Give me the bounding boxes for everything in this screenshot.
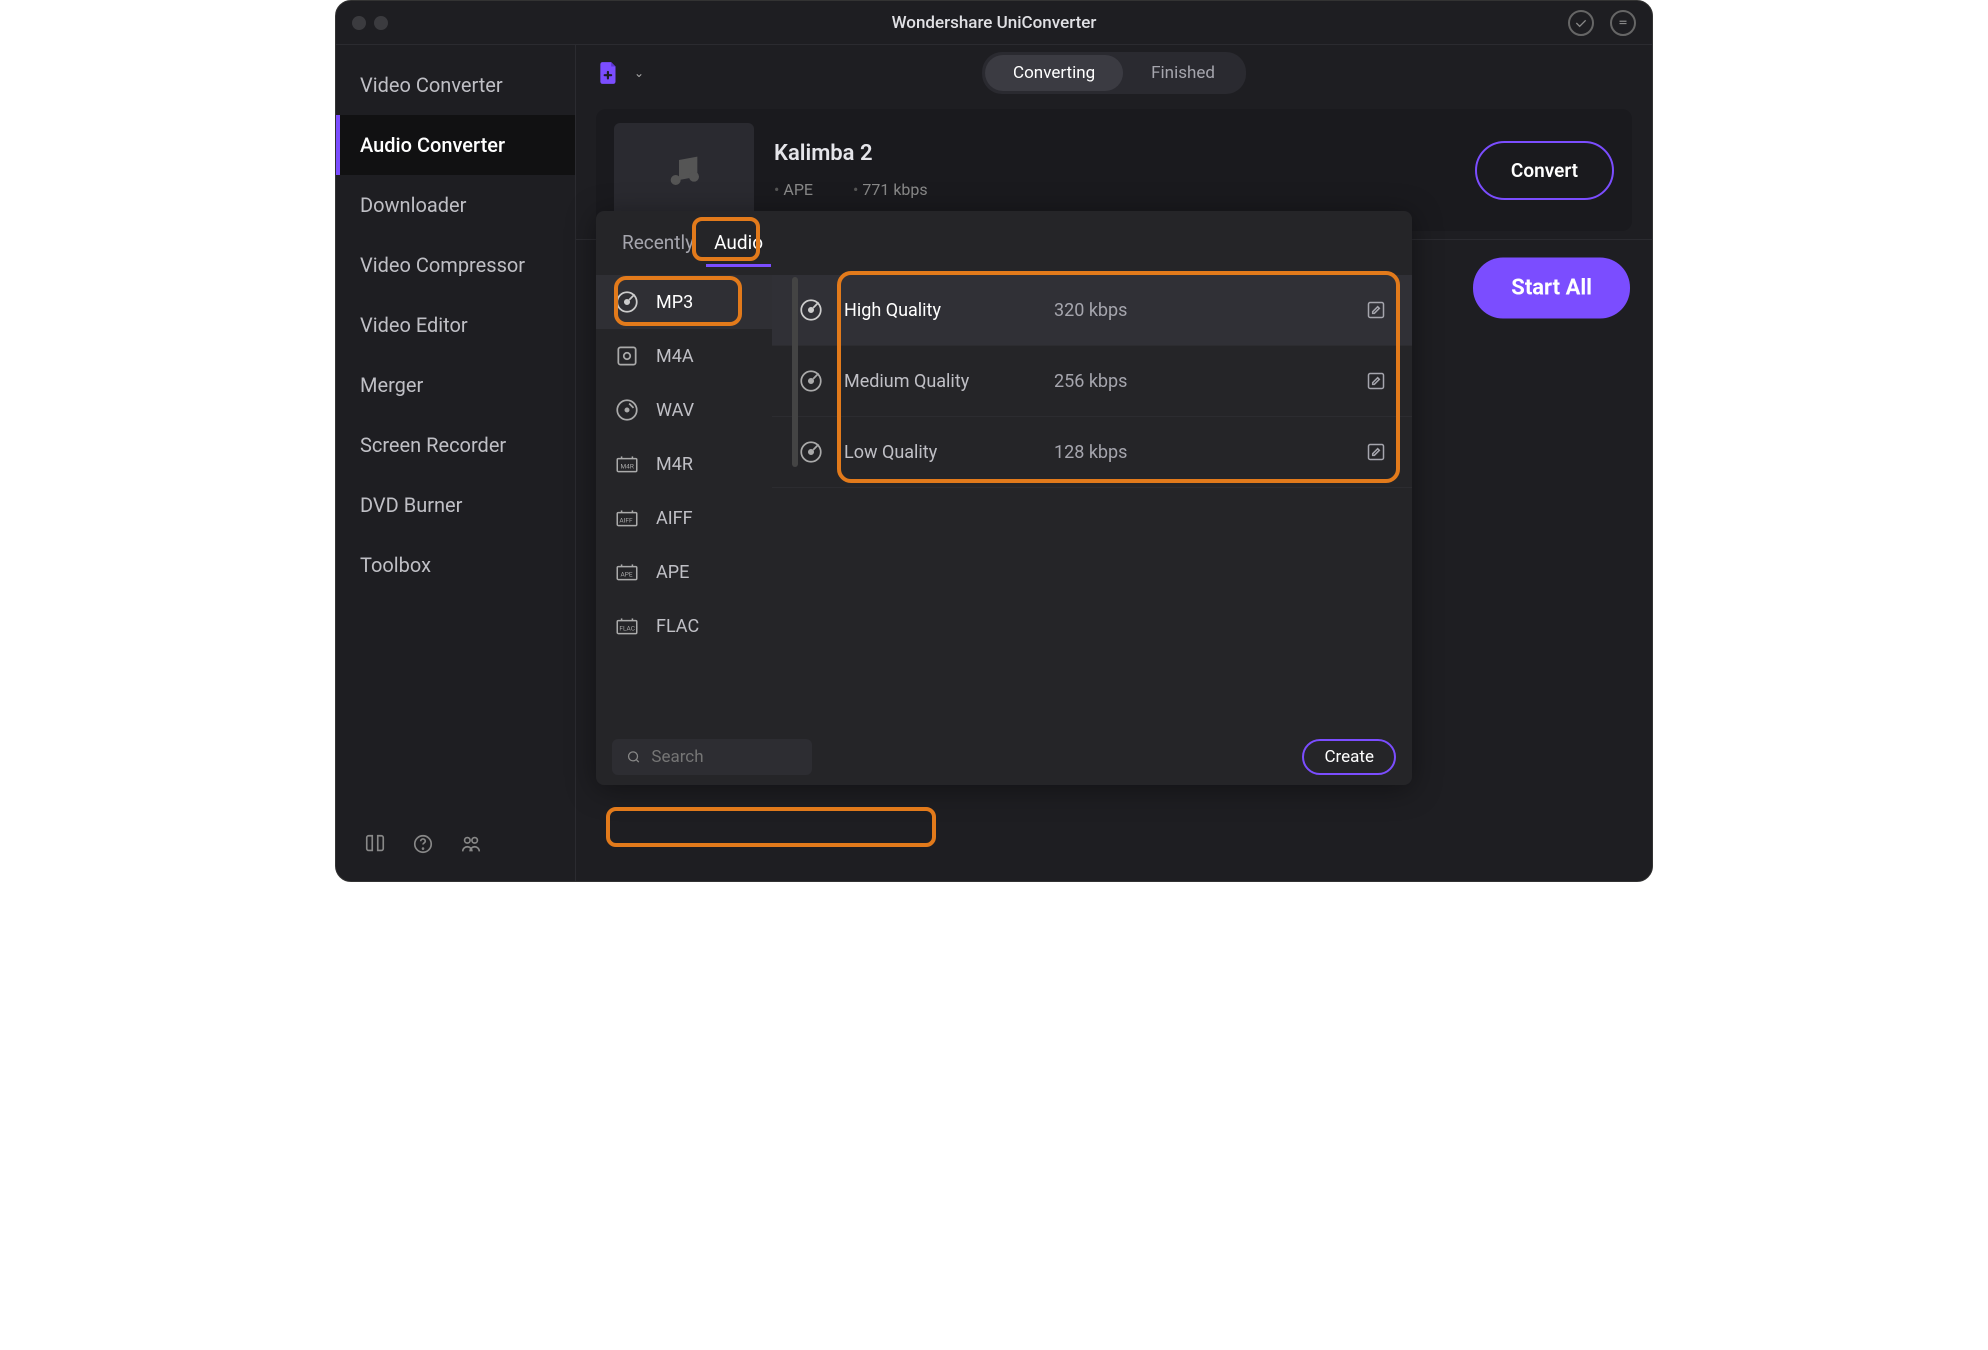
- sidebar-item-dvd-burner[interactable]: DVD Burner: [336, 475, 575, 535]
- quality-name: High Quality: [844, 300, 1034, 321]
- wave-icon: [614, 397, 640, 423]
- sidebar-item-toolbox[interactable]: Toolbox: [336, 535, 575, 595]
- guide-icon[interactable]: [364, 833, 386, 859]
- search-input[interactable]: [651, 747, 798, 767]
- quality-rate: 256 kbps: [1054, 371, 1346, 392]
- format-search[interactable]: [612, 739, 812, 775]
- edit-icon[interactable]: [1366, 371, 1386, 391]
- quality-name: Medium Quality: [844, 371, 1034, 392]
- sidebar: Video Converter Audio Converter Download…: [336, 45, 576, 881]
- tab-converting[interactable]: Converting: [985, 55, 1123, 91]
- format-item-flac[interactable]: FLAC FLAC: [596, 599, 772, 653]
- community-icon[interactable]: [460, 833, 482, 859]
- svg-text:M4R: M4R: [621, 462, 634, 470]
- square-icon: [614, 343, 640, 369]
- popover-tab-recently[interactable]: Recently: [614, 223, 702, 267]
- file-codec: APE: [774, 180, 813, 199]
- app-title: Wondershare UniConverter: [892, 13, 1097, 33]
- format-label: AIFF: [656, 508, 693, 529]
- edit-icon[interactable]: [1366, 442, 1386, 462]
- window-controls[interactable]: [352, 16, 388, 30]
- quality-name: Low Quality: [844, 442, 1034, 463]
- scrollbar-thumb[interactable]: [792, 277, 798, 467]
- quality-item-medium[interactable]: Medium Quality 256 kbps: [772, 346, 1412, 417]
- tag-icon: APE: [614, 559, 640, 585]
- tab-finished[interactable]: Finished: [1123, 55, 1243, 91]
- format-item-ape[interactable]: APE APE: [596, 545, 772, 599]
- format-label: MP3: [656, 292, 693, 313]
- sidebar-item-video-compressor[interactable]: Video Compressor: [336, 235, 575, 295]
- svg-text:FLAC: FLAC: [619, 624, 635, 632]
- chevron-down-icon[interactable]: ⌄: [634, 66, 644, 80]
- popover-tab-audio[interactable]: Audio: [706, 223, 771, 267]
- format-label: M4A: [656, 346, 694, 367]
- sidebar-item-downloader[interactable]: Downloader: [336, 175, 575, 235]
- disc-icon: [614, 289, 640, 315]
- format-item-m4r[interactable]: M4R M4R: [596, 437, 772, 491]
- help-icon[interactable]: [412, 833, 434, 859]
- svg-text:APE: APE: [621, 570, 633, 578]
- quality-item-high[interactable]: High Quality 320 kbps: [772, 275, 1412, 346]
- disc-icon: [798, 297, 824, 323]
- format-label: FLAC: [656, 616, 699, 637]
- start-all-button[interactable]: Start All: [1473, 258, 1630, 319]
- disc-icon: [798, 439, 824, 465]
- format-list[interactable]: MP3 M4A WAV M4R M4R AIFF AIFF: [596, 267, 772, 729]
- tag-icon: M4R: [614, 451, 640, 477]
- edit-icon[interactable]: [1366, 300, 1386, 320]
- sidebar-item-audio-converter[interactable]: Audio Converter: [336, 115, 575, 175]
- quality-rate: 128 kbps: [1054, 442, 1346, 463]
- quality-item-low[interactable]: Low Quality 128 kbps: [772, 417, 1412, 488]
- sidebar-item-merger[interactable]: Merger: [336, 355, 575, 415]
- file-bitrate: 771 kbps: [853, 180, 928, 199]
- format-popover: Recently Audio MP3 M4A WAV M4R: [596, 211, 1412, 785]
- format-label: WAV: [656, 400, 694, 421]
- format-item-mp3[interactable]: MP3: [596, 275, 772, 329]
- file-thumbnail: [614, 123, 754, 217]
- format-item-aiff[interactable]: AIFF AIFF: [596, 491, 772, 545]
- status-segmented: Converting Finished: [982, 52, 1246, 94]
- sidebar-item-video-converter[interactable]: Video Converter: [336, 55, 575, 115]
- convert-button[interactable]: Convert: [1475, 141, 1614, 200]
- format-label: APE: [656, 562, 689, 583]
- create-preset-button[interactable]: Create: [1302, 739, 1396, 775]
- file-name: Kalimba 2: [774, 141, 1455, 166]
- tag-icon: FLAC: [614, 613, 640, 639]
- account-icon[interactable]: [1568, 10, 1594, 36]
- disc-icon: [798, 368, 824, 394]
- quality-rate: 320 kbps: [1054, 300, 1346, 321]
- svg-text:AIFF: AIFF: [619, 516, 633, 524]
- titlebar: Wondershare UniConverter: [336, 1, 1652, 45]
- feedback-icon[interactable]: [1610, 10, 1636, 36]
- minimize-dot[interactable]: [374, 16, 388, 30]
- sidebar-item-video-editor[interactable]: Video Editor: [336, 295, 575, 355]
- format-item-wav[interactable]: WAV: [596, 383, 772, 437]
- format-label: M4R: [656, 454, 693, 475]
- sidebar-item-screen-recorder[interactable]: Screen Recorder: [336, 415, 575, 475]
- quality-list: High Quality 320 kbps Medium Quality 256…: [772, 267, 1412, 729]
- close-dot[interactable]: [352, 16, 366, 30]
- add-file-button[interactable]: ⌄: [596, 60, 644, 86]
- format-item-m4a[interactable]: M4A: [596, 329, 772, 383]
- tag-icon: AIFF: [614, 505, 640, 531]
